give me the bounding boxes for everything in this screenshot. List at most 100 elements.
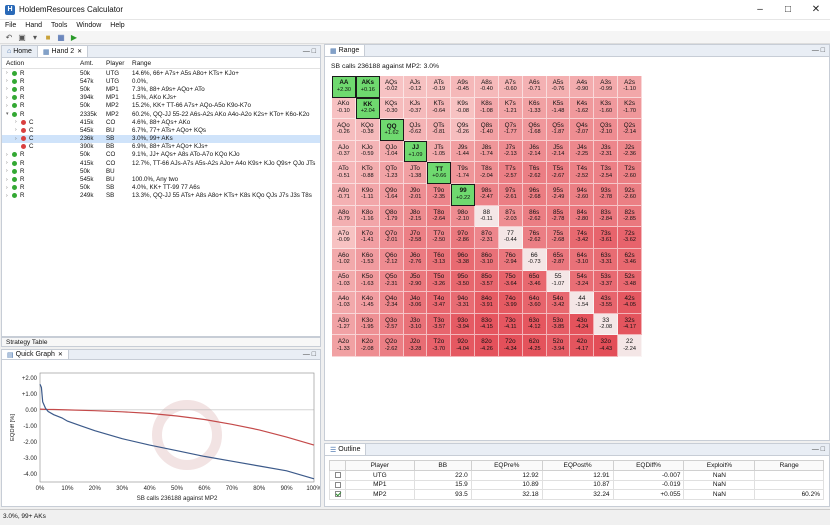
range-cell-72o[interactable]: 72o -4.34 xyxy=(498,335,523,357)
hand-row[interactable]: › R 50k MP2 15.2%, KK+ TT-66 A7s+ AQo-A5o K9… xyxy=(2,102,320,110)
tab-quick-graph[interactable]: ▤ Quick Graph ✕ xyxy=(2,350,69,359)
range-cell-98s[interactable]: 98s -2.47 xyxy=(475,184,499,206)
range-cell-86o[interactable]: 86o -3.10 xyxy=(475,248,499,271)
range-cell-t4s[interactable]: T4s -2.52 xyxy=(570,162,595,185)
range-cell-t7s[interactable]: T7s -2.57 xyxy=(498,162,523,185)
range-cell-qts[interactable]: QTs -0.81 xyxy=(427,119,452,141)
range-cell-84s[interactable]: 84s -2.80 xyxy=(570,205,595,228)
close-tab-icon[interactable]: ✕ xyxy=(77,48,82,55)
range-cell-a3s[interactable]: A3s -0.99 xyxy=(594,76,619,98)
range-cell-qjs[interactable]: QJs -0.62 xyxy=(403,119,428,141)
range-cell-42o[interactable]: 42o -4.17 xyxy=(570,335,595,357)
range-cell-a2o[interactable]: A2o -1.33 xyxy=(332,335,356,357)
outline-row[interactable]: MP1 15.9 10.89 10.87 -0.019 NaN xyxy=(329,479,824,491)
hand-row[interactable]: › R 394k MP1 1.5%, AKo KJs+ xyxy=(2,94,320,102)
range-cell-32s[interactable]: 32s -4.17 xyxy=(618,313,642,336)
range-cell-66[interactable]: 66 -0.73 xyxy=(522,248,547,271)
range-cell-q3s[interactable]: Q3s -2.10 xyxy=(594,119,619,141)
range-cell-74s[interactable]: 74s -3.42 xyxy=(570,227,595,249)
hand-row[interactable]: › C 545k BU 6.7%, 77+ ATs+ AQo+ KQs xyxy=(2,126,320,134)
header-range[interactable]: Range xyxy=(132,60,320,67)
range-cell-j9o[interactable]: J9o -2.01 xyxy=(403,184,428,206)
range-cell-64o[interactable]: 64o -3.60 xyxy=(522,292,547,314)
range-cell-k2o[interactable]: K2o -2.08 xyxy=(355,335,380,357)
tab-outline[interactable]: ☰ Outline xyxy=(325,444,367,455)
range-cell-j2o[interactable]: J2o -3.28 xyxy=(403,335,428,357)
range-cell-a9s[interactable]: A9s -0.45 xyxy=(451,76,476,98)
range-cell-kjs[interactable]: KJs -0.37 xyxy=(403,97,428,120)
range-cell-q9s[interactable]: Q9s -0.26 xyxy=(451,119,476,141)
range-cell-a4s[interactable]: A4s -0.90 xyxy=(570,76,595,98)
range-cell-k6s[interactable]: K6s -1.33 xyxy=(522,97,547,120)
range-cell-92s[interactable]: 92s -2.60 xyxy=(618,184,642,206)
hand-row[interactable]: › R 50k MP1 7.3%, 88+ A9s+ AQo+ ATo xyxy=(2,85,320,93)
range-cell-83s[interactable]: 83s -2.84 xyxy=(594,205,619,228)
save-icon[interactable]: ▦ xyxy=(56,33,66,42)
range-cell-q5s[interactable]: Q5s -1.87 xyxy=(546,119,571,141)
range-cell-94s[interactable]: 94s -2.60 xyxy=(570,184,595,206)
range-cell-q5o[interactable]: Q5o -2.31 xyxy=(379,270,404,293)
outline-col-header[interactable]: BB xyxy=(413,460,472,471)
range-cell-t5s[interactable]: T5s -2.67 xyxy=(546,162,571,185)
outline-col-header[interactable]: EQDiff% xyxy=(612,460,685,471)
range-cell-75s[interactable]: 75s -2.68 xyxy=(546,227,571,249)
range-cell-j6o[interactable]: J6o -2.76 xyxy=(403,248,428,271)
tab-range[interactable]: ▦ Range xyxy=(325,45,366,56)
range-cell-k7s[interactable]: K7s -1.21 xyxy=(498,97,523,120)
hand-row[interactable]: › C 415k CO 4.6%, 88+ AQs+ AKo xyxy=(2,118,320,126)
range-cell-63s[interactable]: 63s -3.31 xyxy=(594,248,619,271)
tab-hand-2[interactable]: ▦ Hand 2 ✕ xyxy=(37,46,89,57)
range-cell-q8o[interactable]: Q8o -1.79 xyxy=(379,205,404,228)
hand-row[interactable]: › R 50k CO 9.1%, JJ+ AQs+ A8s ATo-A7o KQo KJ… xyxy=(2,151,320,159)
range-cell-64s[interactable]: 64s -3.10 xyxy=(570,248,595,271)
range-cell-q3o[interactable]: Q3o -2.57 xyxy=(379,313,404,336)
menu-window[interactable]: Window xyxy=(76,22,101,29)
range-cell-k4s[interactable]: K4s -1.62 xyxy=(570,97,595,120)
range-cell-a8o[interactable]: A8o -0.79 xyxy=(332,205,356,228)
range-cell-54o[interactable]: 54o -3.42 xyxy=(546,292,571,314)
range-cell-43s[interactable]: 43s -3.55 xyxy=(594,292,619,314)
range-cell-32o[interactable]: 32o -4.43 xyxy=(594,335,619,357)
range-cell-jts[interactable]: JTs -1.05 xyxy=(427,140,452,163)
range-cell-76o[interactable]: 76o -2.94 xyxy=(498,248,523,271)
header-player[interactable]: Player xyxy=(106,60,132,67)
header-action[interactable]: Action xyxy=(2,60,80,67)
undo-icon[interactable]: ↶ xyxy=(4,33,14,42)
range-cell-q2s[interactable]: Q2s -2.14 xyxy=(618,119,642,141)
run-icon[interactable]: ▶ xyxy=(69,33,79,42)
outline-checkbox[interactable] xyxy=(334,491,341,498)
range-cell-ajs[interactable]: AJs -0.12 xyxy=(403,76,428,98)
range-cell-q7o[interactable]: Q7o -2.01 xyxy=(379,227,404,249)
hand-row[interactable]: › R 249k SB 13.3%, QQ-JJ 55 ATs+ A8s A8o+ KT… xyxy=(2,192,320,200)
range-cell-aks[interactable]: AKs +0.16 xyxy=(355,76,380,98)
hand-row[interactable]: › R 50k UTG 14.6%, 66+ A7s+ A5s A8o+ KTs+ KJ… xyxy=(2,69,320,77)
range-cell-a6o[interactable]: A6o -1.02 xyxy=(332,248,356,271)
range-cell-t3s[interactable]: T3s -2.54 xyxy=(594,162,619,185)
range-cell-j7o[interactable]: J7o -2.58 xyxy=(403,227,428,249)
range-cell-82s[interactable]: 82s -2.85 xyxy=(618,205,642,228)
minimize-maximize-icons[interactable]: — □ xyxy=(303,351,320,358)
range-cell-aqo[interactable]: AQo -0.26 xyxy=(332,119,356,141)
range-cell-jto[interactable]: JTo -1.38 xyxy=(403,162,428,185)
outline-col-header[interactable] xyxy=(329,460,346,471)
range-cell-k5s[interactable]: K5s -1.48 xyxy=(546,97,571,120)
range-cell-t6s[interactable]: T6s -2.62 xyxy=(522,162,547,185)
range-cell-92o[interactable]: 92o -4.04 xyxy=(451,335,476,357)
range-cell-43o[interactable]: 43o -4.24 xyxy=(570,313,595,336)
hand-row[interactable]: ▾ R 2335k MP2 60.2%, QQ-JJ 55-22 A6s-A2s AKo… xyxy=(2,110,320,118)
minimize-maximize-icons[interactable]: — □ xyxy=(812,47,829,54)
range-cell-a7o[interactable]: A7o -0.09 xyxy=(332,227,356,249)
outline-checkbox[interactable] xyxy=(334,481,341,488)
range-cell-q6o[interactable]: Q6o -2.12 xyxy=(379,248,404,271)
range-cell-a5o[interactable]: A5o -1.03 xyxy=(332,270,356,293)
range-cell-kjo[interactable]: KJo -0.59 xyxy=(355,140,380,163)
range-cell-kqo[interactable]: KQo -0.38 xyxy=(355,119,380,141)
range-cell-j5o[interactable]: J5o -2.90 xyxy=(403,270,428,293)
range-cell-93s[interactable]: 93s -2.78 xyxy=(594,184,619,206)
hand-row[interactable]: › R 547k UTG 0.0%, xyxy=(2,77,320,85)
range-cell-qto[interactable]: QTo -1.23 xyxy=(379,162,404,185)
outline-checkbox[interactable] xyxy=(334,472,341,479)
range-cell-j7s[interactable]: J7s -2.13 xyxy=(498,140,523,163)
hand-row[interactable]: › C 236k SB 3.0%, 99+ AKs xyxy=(2,134,320,143)
range-cell-jj[interactable]: JJ +1.09 xyxy=(403,140,428,163)
